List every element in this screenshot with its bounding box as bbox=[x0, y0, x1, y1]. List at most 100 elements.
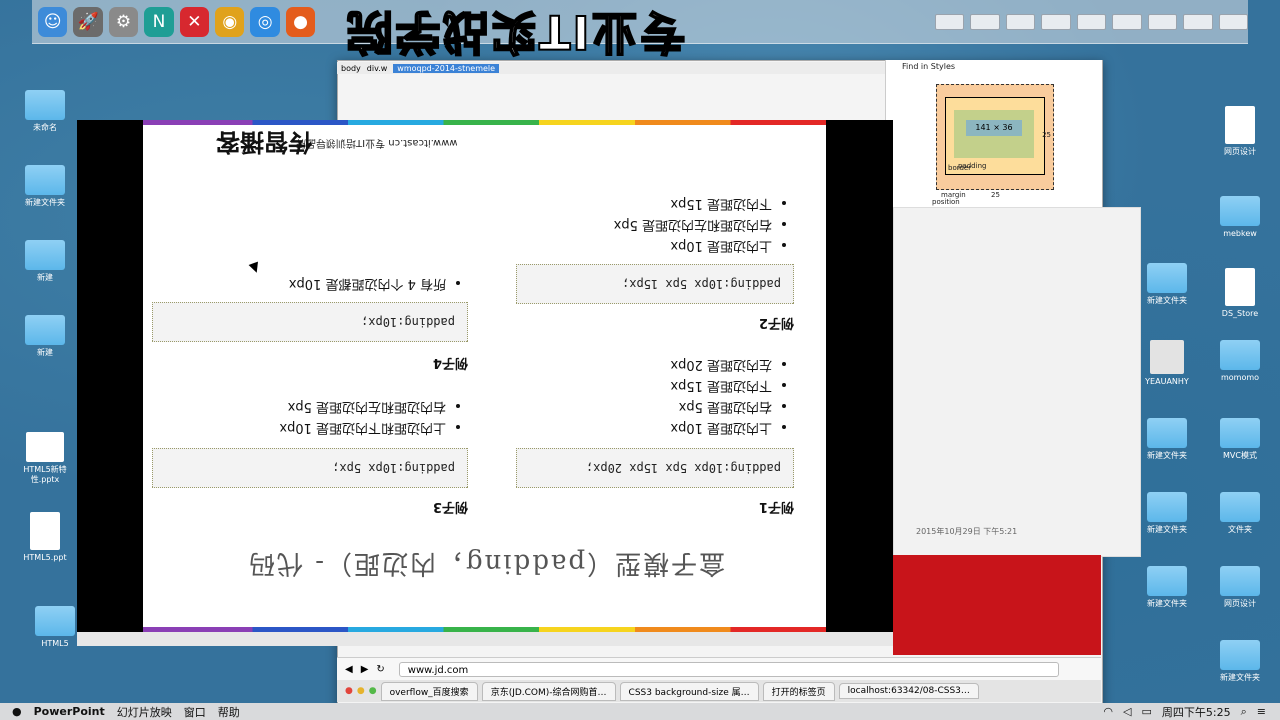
minimize-window-icon[interactable]: ● bbox=[357, 686, 365, 696]
slide: 盒子模型（padding，内边距）- 代码 例子1 padding:10px 5… bbox=[143, 120, 826, 632]
side-value: 25 bbox=[1042, 131, 1051, 139]
minimized-window-icon[interactable] bbox=[1005, 13, 1036, 30]
desktop-icon-label: 新建 bbox=[37, 273, 53, 282]
slide-title: 盒子模型（padding，内边距）- 代码 bbox=[246, 548, 726, 578]
desktop-icon[interactable]: 新建文件夹 bbox=[1137, 263, 1197, 306]
desktop-icon[interactable]: 新建文件夹 bbox=[15, 165, 75, 208]
devtools-tab[interactable]: div.w bbox=[367, 64, 388, 73]
minimized-window-icon[interactable] bbox=[1218, 13, 1249, 30]
launchpad-icon[interactable]: 🚀 bbox=[73, 6, 103, 37]
slide-content: 盒子模型（padding，内边距）- 代码 例子1 padding:10px 5… bbox=[143, 120, 826, 632]
file-icon bbox=[1225, 106, 1255, 144]
desktop-icon[interactable]: YEAUANHY bbox=[1137, 340, 1197, 387]
devtools-side-panel: 2015年10月29日 下午5:21 bbox=[893, 207, 1141, 557]
desktop-icon-label: DS_Store bbox=[1221, 309, 1259, 318]
desktop-icon[interactable]: 新建文件夹 bbox=[1137, 492, 1197, 535]
desktop-icon[interactable]: MVC模式 bbox=[1210, 418, 1270, 461]
desktop-icon[interactable]: momomo bbox=[1210, 340, 1270, 383]
desktop-icon[interactable]: 网页设计 bbox=[1210, 566, 1270, 609]
folder-icon bbox=[1220, 492, 1260, 522]
desktop-icon[interactable]: 网页设计 bbox=[1210, 106, 1270, 157]
desktop-icon-label: mebkew bbox=[1223, 229, 1257, 238]
bullet-item: 右内边距和左内边距是 5px bbox=[279, 396, 446, 417]
browser-tab[interactable]: 打开的标签页 bbox=[762, 681, 835, 701]
chrome-icon[interactable]: ◉ bbox=[215, 6, 245, 37]
minimized-window-icon[interactable] bbox=[1147, 13, 1178, 30]
battery-icon[interactable]: ▭ bbox=[1142, 705, 1152, 718]
bullet-list: 上内边距是 10px 右内边距是 5px 下内边距是 15px 左内边距是 20… bbox=[670, 354, 794, 438]
desktop-icon-label: HTML5.ppt bbox=[23, 553, 67, 562]
ad-banner[interactable] bbox=[893, 555, 1101, 655]
desktop-icon-label: 网页设计 bbox=[1224, 599, 1256, 608]
desktop-icon[interactable]: 文件夹 bbox=[1210, 492, 1270, 535]
code-box: padding:10px; bbox=[152, 302, 468, 342]
browser-tab[interactable]: localhost:63342/08-CSS3… bbox=[838, 683, 979, 699]
apple-icon[interactable]: ● bbox=[12, 705, 22, 718]
devtools-tab-selected[interactable]: wmoqpd-2014-stnemele bbox=[393, 63, 500, 73]
folder-icon bbox=[1220, 196, 1260, 226]
footer-logo: 传智播客 bbox=[216, 128, 312, 156]
zoom-window-icon[interactable]: ● bbox=[369, 686, 377, 696]
folder-icon bbox=[1220, 566, 1260, 596]
address-input[interactable]: www.jd.com bbox=[398, 661, 1059, 677]
box-model-margin: 141 × 36 padding border margin 25 25 bbox=[936, 84, 1054, 199]
box-model-border: 141 × 36 padding border bbox=[945, 97, 1045, 175]
browser-tab[interactable]: 京东(JD.COM)-综合网购首… bbox=[481, 681, 616, 701]
menu-item[interactable]: 窗口 bbox=[184, 704, 206, 720]
bullet-item: 上内边距和下内边距是 10px bbox=[279, 417, 446, 438]
bullet-item: 上内边距是 10px bbox=[670, 417, 772, 438]
close-window-icon[interactable]: ● bbox=[345, 686, 353, 696]
example-label: 例子3 bbox=[432, 499, 468, 514]
forward-icon[interactable]: ▶ bbox=[361, 664, 369, 675]
browser-tab[interactable]: CSS3 background-size 属… bbox=[619, 681, 759, 701]
desktop-icon-label: 新建文件夹 bbox=[1147, 296, 1187, 305]
menu-app-name[interactable]: PowerPoint bbox=[34, 705, 105, 718]
desktop-icon[interactable]: 新建文件夹 bbox=[1137, 566, 1197, 609]
finder-icon[interactable]: ☺ bbox=[38, 6, 68, 37]
desktop-icon-label: 新建文件夹 bbox=[1220, 673, 1260, 682]
devtools-tabs: body div.w wmoqpd-2014-stnemele bbox=[337, 62, 889, 74]
folder-icon bbox=[1220, 418, 1260, 448]
search-icon[interactable]: ⌕ bbox=[1241, 705, 1247, 719]
minimized-window-icon[interactable] bbox=[1041, 13, 1071, 30]
example-label: 例子2 bbox=[758, 315, 794, 330]
minimized-window-icon[interactable] bbox=[1076, 13, 1107, 30]
desktop-icon[interactable]: 新建文件夹 bbox=[1137, 418, 1197, 461]
desktop-icon[interactable]: 未命名 bbox=[15, 90, 75, 133]
desktop-icon[interactable]: DS_Store bbox=[1210, 268, 1270, 319]
minimized-window-icon[interactable] bbox=[1183, 13, 1213, 30]
reload-icon[interactable]: ↻ bbox=[376, 664, 384, 675]
wifi-icon[interactable]: ◠ bbox=[1103, 705, 1113, 718]
devtools-tab[interactable]: body bbox=[341, 64, 361, 73]
find-in-styles-label: Find in Styles bbox=[902, 62, 956, 71]
minimized-window-icon[interactable] bbox=[970, 13, 1000, 30]
browser-tab[interactable]: overflow_百度搜索 bbox=[380, 681, 478, 701]
desktop-icon-label: HTML5 bbox=[41, 639, 69, 648]
desktop-icon-label: 新建文件夹 bbox=[1147, 451, 1187, 460]
desktop-icon[interactable]: HTML5.ppt bbox=[15, 512, 75, 563]
desktop-icon[interactable]: 新建 bbox=[15, 315, 75, 358]
minimized-window-icon[interactable] bbox=[934, 13, 965, 30]
bullet-list: 上内边距是 10px 右内边距和左内边距是 5px 下内边距是 15px bbox=[614, 193, 794, 256]
menu-item[interactable]: 帮助 bbox=[218, 704, 240, 720]
minimized-window-icon[interactable] bbox=[1112, 13, 1142, 30]
list-icon[interactable]: ≡ bbox=[1257, 705, 1266, 718]
folder-icon bbox=[1147, 566, 1187, 596]
folder-icon bbox=[25, 240, 65, 270]
desktop-icon[interactable]: HTML5新特性.pptx bbox=[15, 432, 75, 485]
system-prefs-icon[interactable]: ⚙ bbox=[108, 6, 139, 37]
clock[interactable]: 周四下午5:25 bbox=[1162, 704, 1231, 720]
firefox-icon[interactable]: ● bbox=[285, 6, 316, 37]
box-model-padding: 141 × 36 padding bbox=[954, 110, 1034, 170]
menu-item[interactable]: 幻灯片放映 bbox=[117, 704, 172, 720]
desktop-icon[interactable]: mebkew bbox=[1210, 196, 1270, 239]
desktop-icon[interactable]: 新建 bbox=[15, 240, 75, 283]
xmind-icon[interactable]: ✕ bbox=[179, 6, 210, 37]
desktop-icon[interactable]: 新建文件夹 bbox=[1210, 640, 1270, 683]
back-icon[interactable]: ◀ bbox=[345, 664, 353, 675]
desktop-icon[interactable]: HTML5 bbox=[25, 606, 85, 649]
volume-icon[interactable]: ◁ bbox=[1123, 705, 1131, 718]
safari-icon[interactable]: ◎ bbox=[250, 6, 280, 37]
folder-icon bbox=[1220, 640, 1260, 670]
navicat-icon[interactable]: N bbox=[144, 6, 174, 37]
